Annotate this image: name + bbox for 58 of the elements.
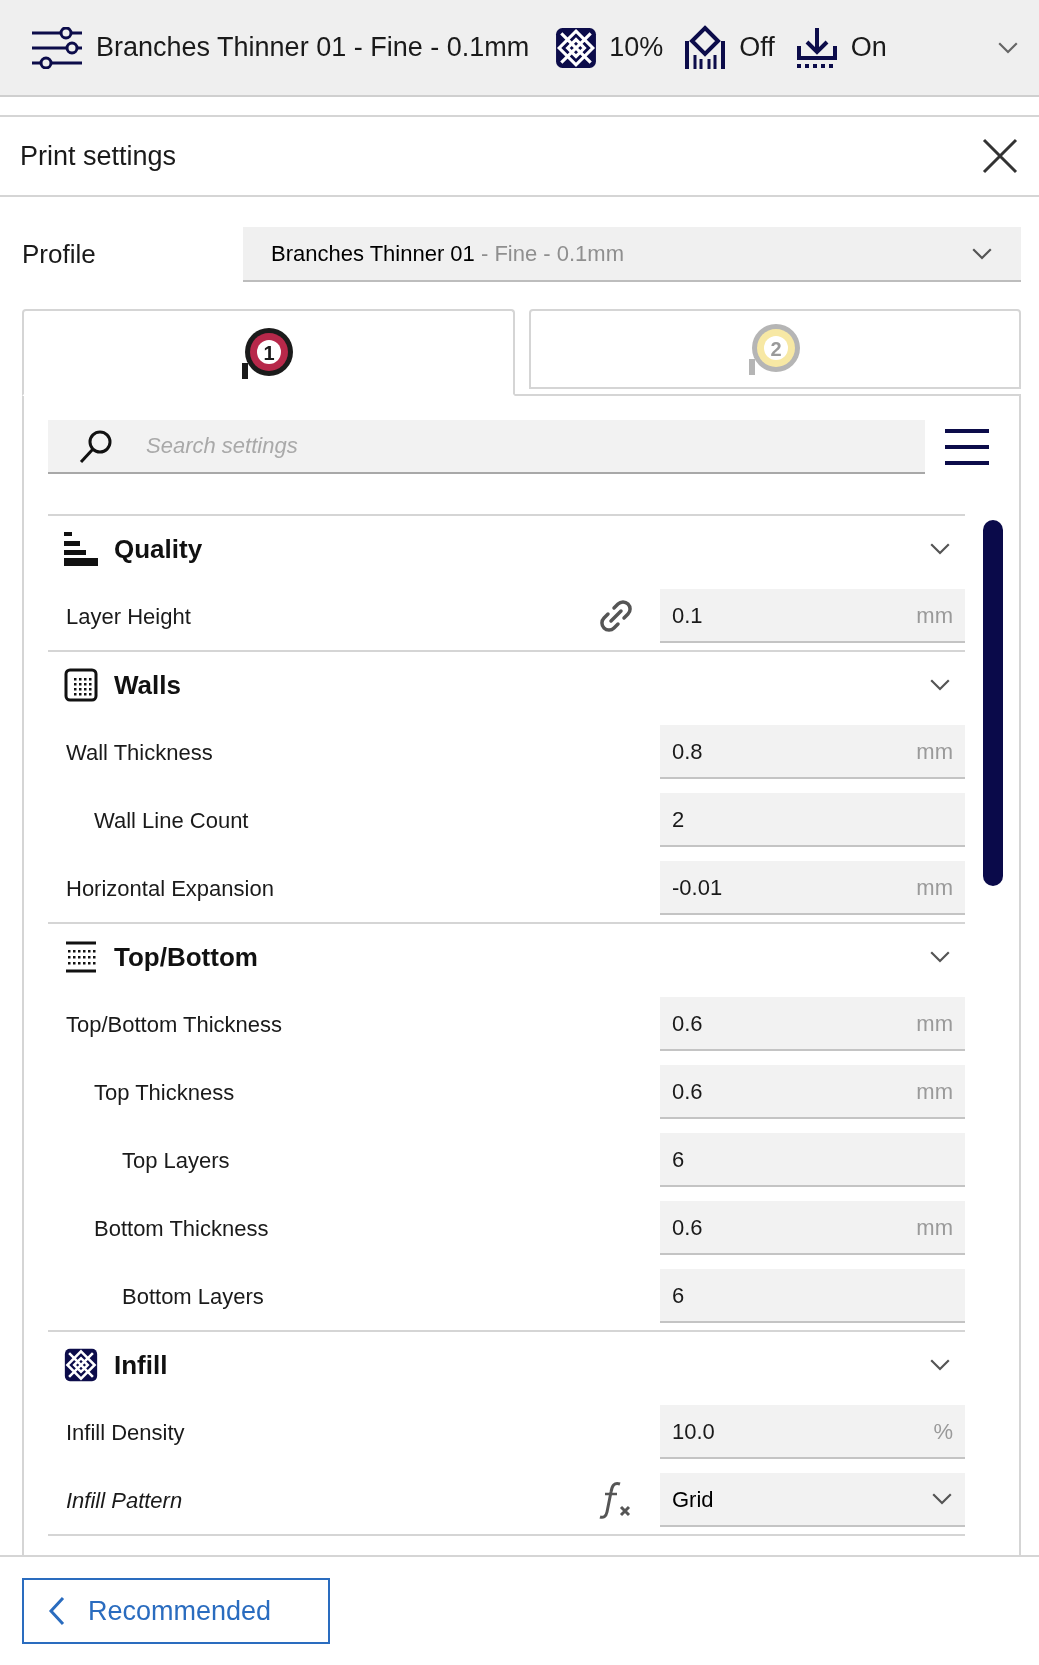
infill-grid-icon [555,26,598,69]
search-icon [78,429,114,465]
download-icon [794,25,839,70]
setting-field[interactable]: 2 [660,793,965,847]
setting-field[interactable]: 6 [660,1133,965,1187]
recommended-button[interactable]: Recommended [22,1578,330,1644]
setting-dropdown[interactable]: Grid [660,1473,965,1527]
setting-label: Top/Bottom Thickness [66,1010,284,1039]
setting-field[interactable]: 0.6 mm [660,1065,965,1119]
setting-label: Top Thickness [94,1078,236,1107]
chevron-down-icon[interactable] [929,1358,951,1372]
chevron-down-icon [931,1492,953,1506]
scrollbar-thumb[interactable] [983,520,1003,886]
setting-field[interactable]: 6 [660,1269,965,1323]
profile-name: Branches Thinner 01 - Fine - 0.1mm [96,31,530,65]
setting-label: Top Layers [122,1146,231,1175]
dotted-lines-icon [64,940,98,974]
close-button[interactable] [981,137,1019,175]
setting-label: Wall Line Count [94,806,250,835]
adhesion-value: On [850,31,888,65]
setting-label: Layer Height [66,602,192,631]
section-title: Walls [114,668,182,702]
dotted-square-icon [64,668,98,702]
setting-field[interactable]: 0.8 mm [660,725,965,779]
setting-field[interactable]: 0.6 mm [660,1201,965,1255]
setting-label: Bottom Thickness [94,1214,270,1243]
bars-icon [64,532,98,566]
menu-button[interactable] [945,428,989,466]
chevron-down-icon[interactable] [929,678,951,692]
section-title: Quality [114,532,204,566]
profile-label: Profile [22,238,97,271]
setting-label: Horizontal Expansion [66,874,275,903]
setting-field[interactable]: 0.6 mm [660,997,965,1051]
extruder-number: 2 [770,337,782,360]
section-title: Top/Bottom [114,940,259,974]
back-chevron-icon [48,1596,66,1626]
infill-value: 10% [609,31,664,65]
support-value: Off [739,31,775,65]
chevron-down-icon[interactable] [929,542,951,556]
setting-field[interactable]: 10.0 % [660,1405,965,1459]
panel-title: Print settings [20,139,177,173]
setting-label: Wall Thickness [66,738,214,767]
setting-label: Bottom Layers [122,1282,265,1311]
setting-label: Infill Density [66,1418,186,1447]
chevron-down-icon [971,246,993,261]
extruder-tab[interactable]: 1 [22,309,515,396]
grid-icon [64,1348,98,1382]
chevron-down-icon[interactable] [929,950,951,964]
setting-label: Infill Pattern [66,1486,184,1515]
sliders-icon [30,26,84,69]
profile-dropdown[interactable]: Branches Thinner 01 - Fine - 0.1mm [243,227,1021,282]
chevron-down-icon[interactable] [997,40,1019,55]
setting-field[interactable]: 0.1 mm [660,589,965,643]
search-field[interactable]: Search settings [48,420,925,474]
support-icon [683,24,728,71]
extruder-number: 1 [263,341,275,363]
setting-field[interactable]: -0.01 mm [660,861,965,915]
section-title: Infill [114,1348,169,1382]
